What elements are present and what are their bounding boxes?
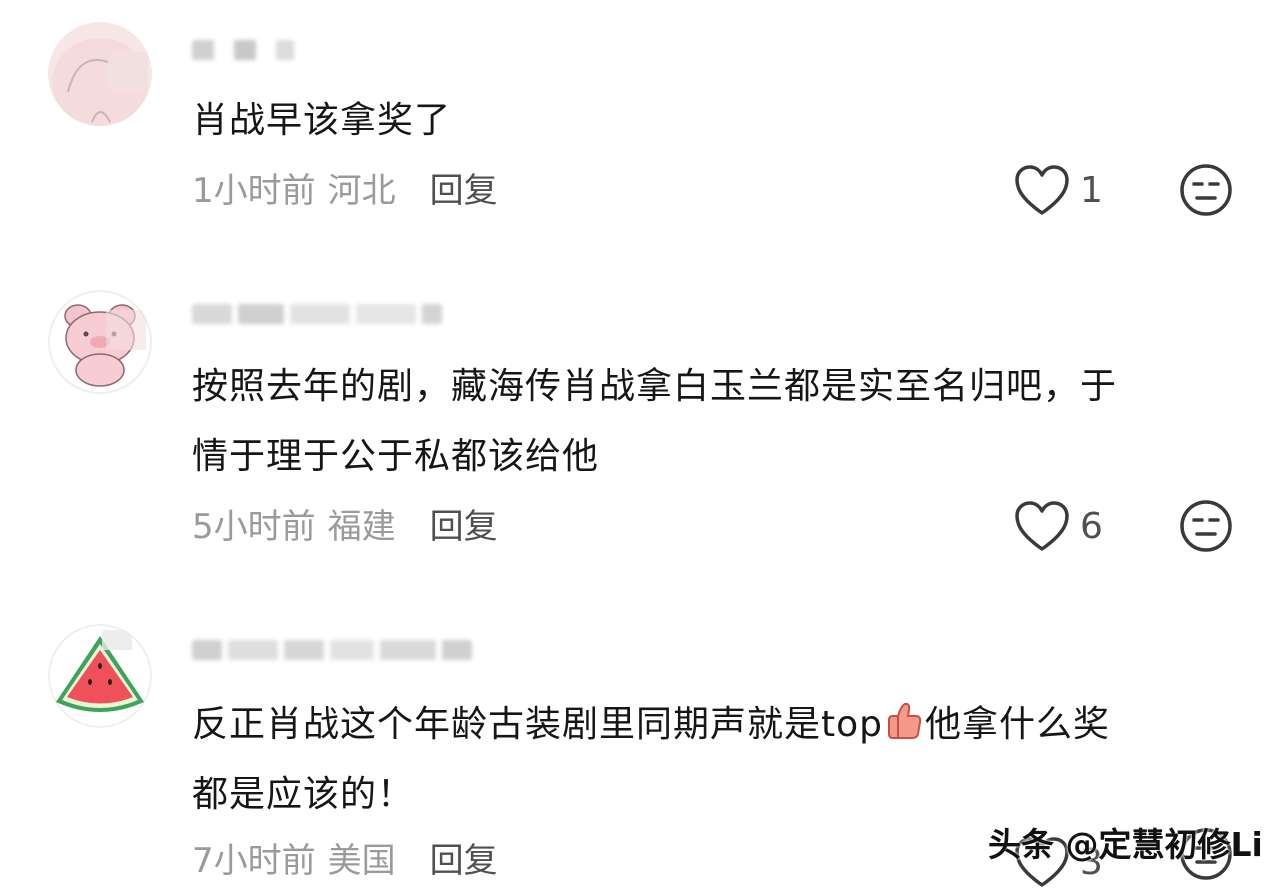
- username-blurred[interactable]: [192, 36, 294, 64]
- avatar-image: [48, 22, 152, 126]
- avatar[interactable]: [48, 624, 152, 728]
- blurred-name-block: [330, 640, 374, 660]
- avatar[interactable]: [48, 290, 152, 394]
- comment-time: 5小时前: [192, 506, 316, 547]
- like-count: 1: [1080, 169, 1103, 211]
- comment-meta: 7小时前 美国 回复: [192, 832, 498, 882]
- comment-body-line: 按照去年的剧，藏海传肖战拿白玉兰都是实至名归吧，于: [192, 366, 1118, 407]
- blurred-name-block: [356, 304, 416, 324]
- comment-meta: 1小时前 河北 回复: [192, 162, 498, 212]
- username-blurred[interactable]: [192, 300, 442, 328]
- comment-time: 7小时前: [192, 840, 316, 881]
- blurred-name-block: [284, 640, 324, 660]
- reply-button[interactable]: 回复: [430, 833, 498, 882]
- blurred-name-block: [290, 304, 350, 324]
- reply-button[interactable]: 回复: [430, 499, 498, 548]
- heart-outline-icon: [1015, 165, 1069, 215]
- comment-time: 1小时前: [192, 170, 316, 211]
- avatar-image: [48, 624, 152, 728]
- comment-location: 福建: [327, 506, 396, 547]
- comment-body: 反正肖战这个年龄古装剧里同期声就是top 他拿什么奖 都是应该的！: [192, 690, 1252, 830]
- neutral-face-icon[interactable]: [1178, 162, 1234, 218]
- blurred-name-block: [192, 304, 232, 324]
- like-button[interactable]: 6: [1012, 496, 1103, 556]
- avatar[interactable]: [48, 22, 152, 126]
- comment-meta: 5小时前 福建 回复: [192, 498, 498, 548]
- avatar-image: [48, 290, 152, 394]
- username-blurred[interactable]: [192, 636, 472, 664]
- comment-body-segment: 他拿什么奖: [925, 704, 1111, 745]
- watermark-text: 头条 @定慧初修Li: [988, 825, 1263, 864]
- neutral-face-icon[interactable]: [1178, 498, 1234, 554]
- blurred-name-block: [192, 40, 214, 60]
- like-button[interactable]: 1: [1012, 160, 1103, 220]
- comment-body-line: 反正肖战这个年龄古装剧里同期声就是top 他拿什么奖: [192, 690, 1252, 760]
- comment-location: 美国: [327, 840, 396, 881]
- blurred-name-block: [276, 40, 294, 60]
- heart-outline-icon: [1015, 501, 1069, 551]
- comment-body: 肖战早该拿奖了: [192, 100, 452, 141]
- thumbs-up-emoji: [888, 702, 922, 739]
- blurred-name-block: [442, 640, 472, 660]
- blurred-name-block: [234, 40, 256, 60]
- comment-body-segment: 反正肖战这个年龄古装剧里同期声就是top: [192, 704, 883, 745]
- blurred-name-block: [238, 304, 284, 324]
- comment-location: 河北: [327, 170, 396, 211]
- blurred-name-block: [228, 640, 278, 660]
- blurred-name-block: [422, 304, 442, 324]
- reply-button[interactable]: 回复: [430, 163, 498, 212]
- comment-body-line: 情于理于公于私都该给他: [192, 436, 600, 477]
- blurred-name-block: [380, 640, 436, 660]
- blurred-name-block: [192, 640, 222, 660]
- comment-body: 按照去年的剧，藏海传肖战拿白玉兰都是实至名归吧，于 情于理于公于私都该给他: [192, 352, 1252, 492]
- like-count: 6: [1080, 505, 1103, 547]
